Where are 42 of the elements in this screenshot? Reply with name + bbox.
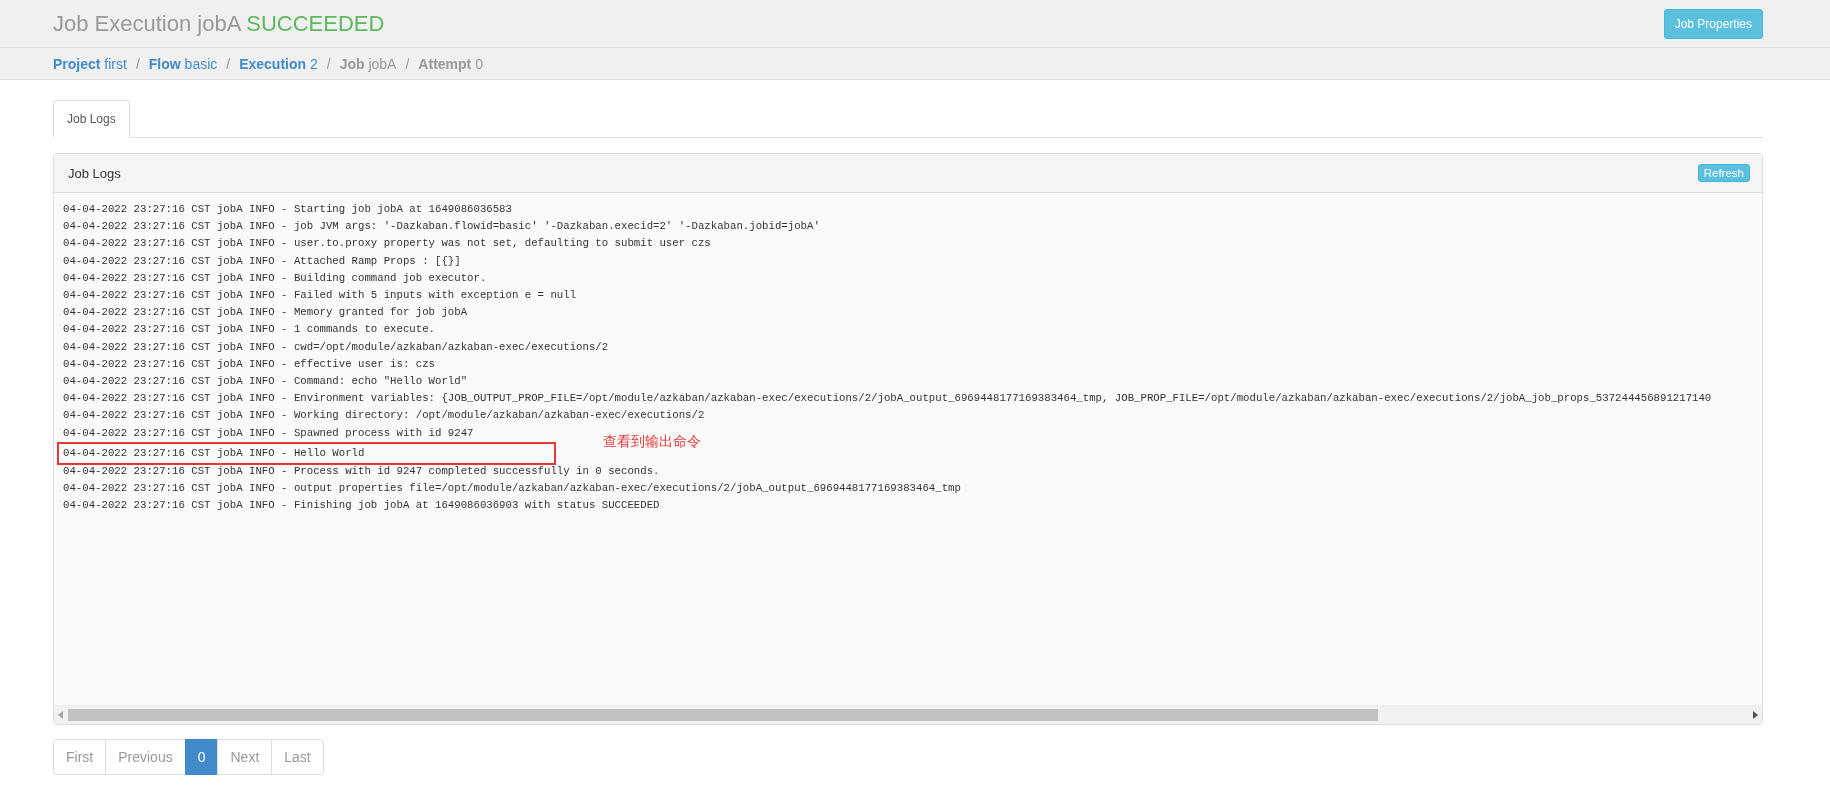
log-line: 04-04-2022 23:27:16 CST jobA INFO - Command: echo "Hello World" <box>63 374 468 390</box>
breadcrumb-separator: / <box>135 55 140 72</box>
job-properties-button[interactable]: Job Properties <box>1663 8 1763 39</box>
breadcrumb-separator: / <box>405 55 410 72</box>
pagination-button[interactable]: First <box>53 739 107 775</box>
page-title: Job Execution jobA SUCCEEDED <box>53 10 385 37</box>
breadcrumb-item: Job jobA <box>339 55 397 72</box>
log-line: 04-04-2022 23:27:16 CST jobA INFO - Building command job executor. <box>63 270 487 286</box>
annotation-label: 查看到输出命令 <box>603 432 701 451</box>
pagination-button[interactable]: Previous <box>105 739 186 775</box>
tab[interactable]: Job Logs <box>53 100 130 138</box>
log-line: 04-04-2022 23:27:16 CST jobA INFO - Attached Ramp Props : [{}] <box>63 253 461 269</box>
pagination-button[interactable]: 0 <box>184 739 219 775</box>
scroll-left-icon[interactable] <box>58 711 64 719</box>
log-line: 04-04-2022 23:27:16 CST jobA INFO - Memory granted for job jobA <box>63 305 468 321</box>
horizontal-scrollbar[interactable] <box>54 705 1762 724</box>
panel-title: Job Logs <box>68 165 121 181</box>
log-line: 04-04-2022 23:27:16 CST jobA INFO - Finishing job jobA at 1649086036903 with status SUCCEEDED <box>63 498 660 514</box>
scroll-right-icon[interactable] <box>1752 711 1758 719</box>
log-line: 04-04-2022 23:27:16 CST jobA INFO - Working directory: /opt/module/azkaban/azkaban-exec/executions/2 <box>63 408 705 424</box>
breadcrumb-item[interactable]: Project first <box>53 55 127 72</box>
breadcrumb-separator: / <box>326 55 331 72</box>
pagination-button[interactable]: Last <box>271 739 324 775</box>
scrollbar-thumb[interactable] <box>68 709 1379 721</box>
log-line: 04-04-2022 23:27:16 CST jobA INFO - 1 commands to execute. <box>63 322 435 338</box>
log-line: 04-04-2022 23:27:16 CST jobA INFO - job JVM args: '-Dazkaban.flowid=basic' '-Dazkaban.execid=2' '-Dazkaban.jobid=jobA' <box>63 219 820 235</box>
log-line: 04-04-2022 23:27:16 CST jobA INFO - user.to.proxy property was not set, defaulting to submit user czs <box>63 236 711 252</box>
refresh-button[interactable]: Refresh <box>1697 164 1750 182</box>
log-line: 04-04-2022 23:27:16 CST jobA INFO - output properties file=/opt/module/azkaban/azkaban-exec/executions/2/jobA_output_6969448177169383464_tmp <box>63 481 961 497</box>
log-line: 04-04-2022 23:27:16 CST jobA INFO - cwd=/opt/module/azkaban/azkaban-exec/executions/2 <box>63 339 609 355</box>
breadcrumb-item[interactable]: Flow basic <box>148 55 218 72</box>
log-line: 04-04-2022 23:27:16 CST jobA INFO - Environment variables: {JOB_OUTPUT_PROP_FILE=/opt/module/azkaban/azkaban-exec/executions/2/jobA_output_6969448177169383464_tmp, JOB_PROP_FILE=/opt/module/azkaban/azkaban-exec/executions/2/jobA_job_props_537244456891217140 <box>63 391 1712 407</box>
breadcrumb-separator: / <box>226 55 231 72</box>
log-line: 04-04-2022 23:27:16 CST jobA INFO - Process with id 9247 completed successfully in 0 seconds. <box>63 464 660 480</box>
breadcrumb-item: Attempt 0 <box>418 55 483 72</box>
log-line: 04-04-2022 23:27:16 CST jobA INFO - Starting job jobA at 1649086036583 <box>63 202 512 217</box>
log-line: 04-04-2022 23:27:16 CST jobA INFO - effective user is: czs <box>63 356 435 372</box>
log-line: 04-04-2022 23:27:16 CST jobA INFO - Spawned process with id 9247 <box>63 425 474 441</box>
pagination-button[interactable]: Next <box>217 739 273 775</box>
log-line: 04-04-2022 23:27:16 CST jobA INFO - Hello World <box>63 445 365 461</box>
log-line: 04-04-2022 23:27:16 CST jobA INFO - Failed with 5 inputs with exception e = null <box>63 288 577 303</box>
breadcrumb-item[interactable]: Execution 2 <box>239 55 318 72</box>
